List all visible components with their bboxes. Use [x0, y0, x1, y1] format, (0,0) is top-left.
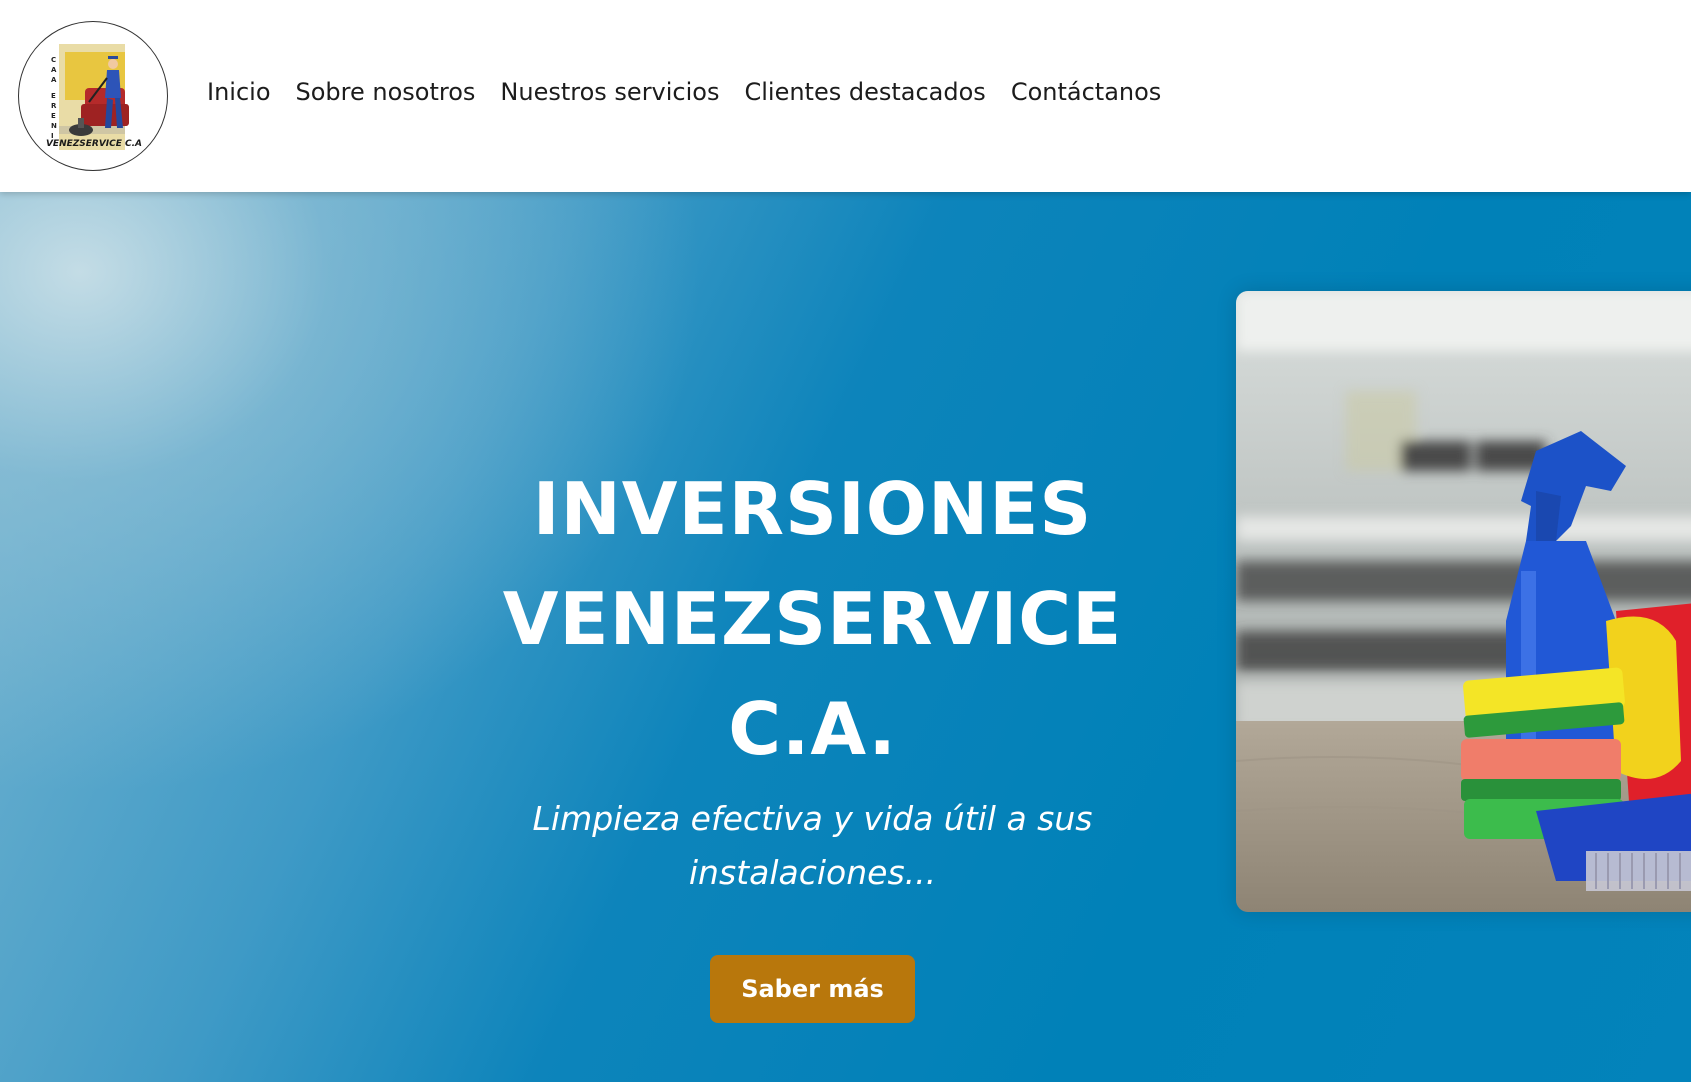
- logo-illustration: CAA ERE NI VENEZSERVICE C.A: [46, 44, 142, 150]
- hero-subtitle-line: instalaciones...: [688, 853, 937, 892]
- hero-title-line: VENEZSERVICE: [502, 577, 1123, 661]
- nav-link-sobre-nosotros[interactable]: Sobre nosotros: [296, 78, 476, 106]
- hero-title: INVERSIONES VENEZSERVICE C.A.: [480, 454, 1145, 784]
- svg-text:A: A: [51, 66, 57, 74]
- cleaning-supplies-illustration: [1236, 291, 1691, 912]
- svg-text:N: N: [51, 122, 57, 130]
- svg-text:R: R: [51, 102, 57, 110]
- svg-text:A: A: [51, 76, 57, 84]
- nav-link-contactanos[interactable]: Contáctanos: [1011, 78, 1161, 106]
- nav-link-nuestros-servicios[interactable]: Nuestros servicios: [500, 78, 719, 106]
- hero-title-line: C.A.: [728, 687, 897, 771]
- hero-subtitle: Limpieza efectiva y vida útil a sus inst…: [500, 792, 1125, 900]
- cleaning-supplies-photo: [1236, 291, 1691, 912]
- main-nav: Inicio Sobre nosotros Nuestros servicios…: [207, 78, 1161, 106]
- svg-text:VENEZSERVICE C.A: VENEZSERVICE C.A: [46, 139, 142, 149]
- svg-text:E: E: [51, 92, 56, 100]
- hero-section: INVERSIONES VENEZSERVICE C.A. Limpieza e…: [0, 192, 1691, 1082]
- company-logo[interactable]: CAA ERE NI VENEZSERVICE C.A: [18, 21, 168, 171]
- nav-link-inicio[interactable]: Inicio: [207, 78, 271, 106]
- svg-text:E: E: [51, 112, 56, 120]
- nav-link-clientes-destacados[interactable]: Clientes destacados: [744, 78, 985, 106]
- saber-mas-button[interactable]: Saber más: [710, 955, 915, 1023]
- hero-subtitle-line: Limpieza efectiva y vida útil a sus: [532, 799, 1093, 838]
- site-header: CAA ERE NI VENEZSERVICE C.A Inicio Sobre…: [0, 0, 1691, 192]
- hero-title-line: INVERSIONES: [532, 467, 1093, 551]
- svg-text:C: C: [51, 56, 56, 64]
